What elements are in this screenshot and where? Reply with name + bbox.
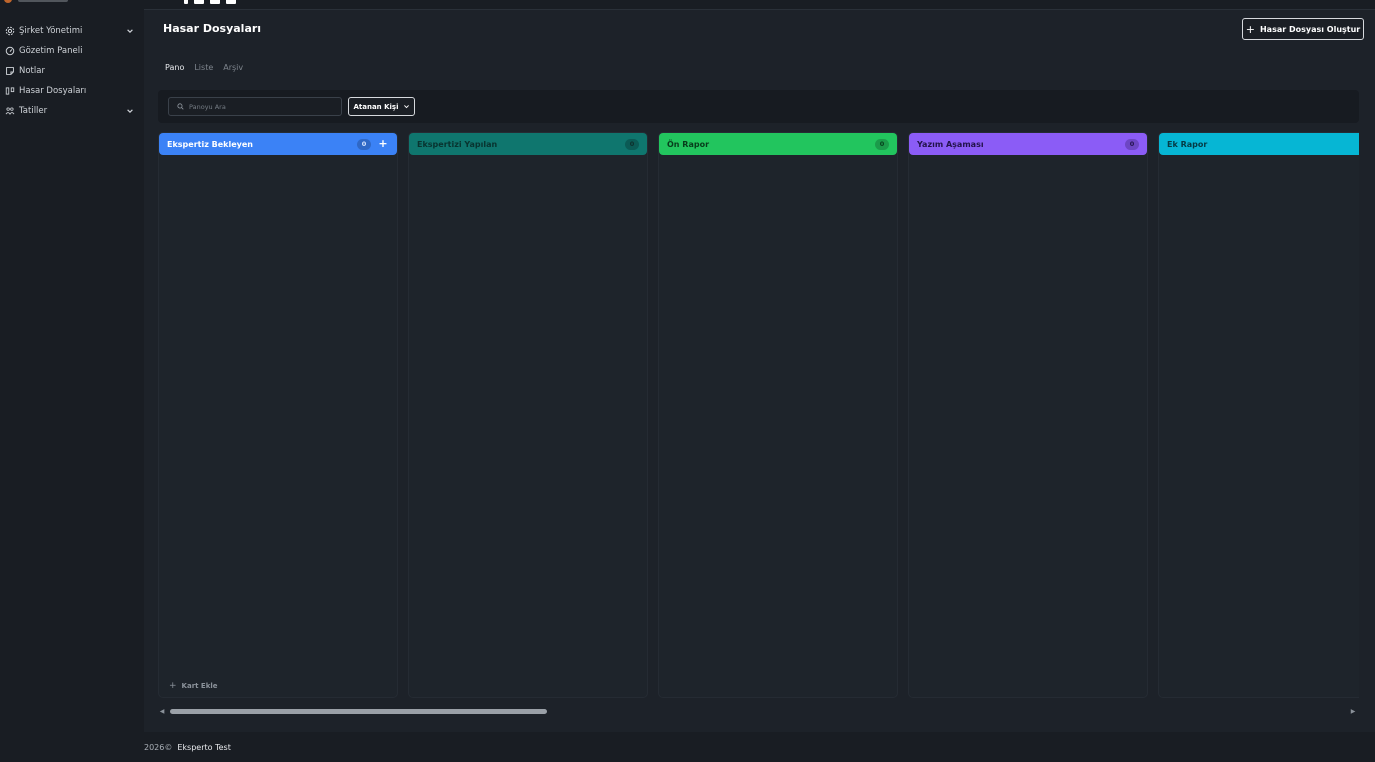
kanban-board: Ekspertiz Bekleyen 0 + + Kart Ekle Ekspe… bbox=[158, 132, 1359, 698]
people-icon bbox=[4, 106, 15, 117]
footer: 2026© Eksperto Test bbox=[144, 732, 1375, 762]
sidebar: Şirket Yönetimi Gözetim Paneli Notlar Ha… bbox=[0, 0, 144, 762]
tab-pano[interactable]: Pano bbox=[160, 58, 189, 76]
board-column: Ek Rapor bbox=[1158, 132, 1359, 698]
sidebar-item-label: Hasar Dosyaları bbox=[19, 86, 87, 96]
column-header[interactable]: Ekspertizi Yapılan 0 bbox=[409, 133, 647, 155]
note-icon bbox=[4, 66, 15, 77]
top-bar-logo[interactable] bbox=[184, 0, 236, 4]
board-column: Ekspertiz Bekleyen 0 + + Kart Ekle bbox=[158, 132, 398, 698]
app-root: Şirket Yönetimi Gözetim Paneli Notlar Ha… bbox=[0, 0, 1375, 762]
tab-liste[interactable]: Liste bbox=[189, 58, 218, 76]
column-count-badge: 0 bbox=[1125, 138, 1139, 150]
logo-glyph bbox=[194, 0, 204, 4]
assignee-filter-button[interactable]: Atanan Kişi bbox=[348, 97, 415, 116]
logo-glyph bbox=[226, 0, 236, 4]
footer-company-link[interactable]: Eksperto Test bbox=[177, 743, 230, 752]
column-header[interactable]: Ek Rapor bbox=[1159, 133, 1359, 155]
column-count-badge: 0 bbox=[625, 138, 639, 150]
board-column: Yazım Aşaması 0 bbox=[908, 132, 1148, 698]
chevron-down-icon bbox=[403, 105, 409, 109]
create-claim-file-label: Hasar Dosyası Oluştur bbox=[1259, 24, 1361, 34]
column-title: Ön Rapor bbox=[667, 139, 710, 149]
filter-bar: Atanan Kişi bbox=[158, 90, 1359, 123]
column-title: Ekspertiz Bekleyen bbox=[167, 139, 253, 149]
logo-glyph bbox=[184, 0, 188, 4]
board-horizontal-scrollbar[interactable]: ◀ ▶ bbox=[158, 706, 1359, 716]
tab-arsiv[interactable]: Arşiv bbox=[218, 58, 248, 76]
gauge-icon bbox=[4, 46, 15, 57]
add-card-plus-icon[interactable]: + bbox=[377, 138, 389, 150]
sidebar-item-label: Şirket Yönetimi bbox=[19, 26, 83, 36]
top-bar bbox=[144, 0, 1375, 10]
sidebar-item-label: Tatiller bbox=[19, 106, 48, 116]
app-logo[interactable] bbox=[0, 0, 80, 4]
page-title: Hasar Dosyaları bbox=[163, 22, 262, 35]
kanban-icon bbox=[4, 86, 15, 97]
column-count-badge: 0 bbox=[357, 138, 371, 150]
sidebar-item-notlar[interactable]: Notlar bbox=[0, 61, 144, 81]
logo-glyph bbox=[210, 0, 220, 4]
board-search bbox=[168, 97, 342, 116]
column-header[interactable]: Ekspertiz Bekleyen 0 + bbox=[159, 133, 397, 155]
add-card-button[interactable]: + Kart Ekle bbox=[169, 681, 218, 691]
column-count-badge: 0 bbox=[875, 138, 889, 150]
column-title: Ek Rapor bbox=[1167, 139, 1208, 149]
footer-copyright-year: 2026© bbox=[144, 742, 173, 752]
chevron-down-icon[interactable] bbox=[125, 27, 134, 36]
scroll-track[interactable] bbox=[170, 709, 1348, 714]
board-column: Ekspertizi Yapılan 0 bbox=[408, 132, 648, 698]
sidebar-item-tatiller[interactable]: Tatiller bbox=[0, 101, 144, 121]
scroll-thumb[interactable] bbox=[170, 709, 547, 714]
gear-icon bbox=[4, 26, 15, 37]
create-claim-file-button[interactable]: + Hasar Dosyası Oluştur bbox=[1242, 18, 1364, 40]
assignee-filter-label: Atanan Kişi bbox=[353, 102, 399, 111]
search-icon bbox=[177, 102, 185, 111]
sidebar-item-hasar-dosyalari[interactable]: Hasar Dosyaları bbox=[0, 81, 144, 101]
logo-mark-icon bbox=[4, 0, 12, 3]
board-column: Ön Rapor 0 bbox=[658, 132, 898, 698]
column-title: Ekspertizi Yapılan bbox=[417, 139, 498, 149]
chevron-down-icon[interactable] bbox=[125, 107, 134, 116]
column-header[interactable]: Ön Rapor 0 bbox=[659, 133, 897, 155]
column-header[interactable]: Yazım Aşaması 0 bbox=[909, 133, 1147, 155]
scroll-right-arrow-icon[interactable]: ▶ bbox=[1349, 707, 1357, 715]
column-title: Yazım Aşaması bbox=[917, 139, 984, 149]
scroll-left-arrow-icon[interactable]: ◀ bbox=[158, 707, 166, 715]
add-card-label: Kart Ekle bbox=[181, 682, 218, 690]
sidebar-item-label: Notlar bbox=[19, 66, 45, 76]
plus-icon: + bbox=[1245, 22, 1255, 36]
view-tabs: Pano Liste Arşiv bbox=[160, 58, 248, 76]
sidebar-item-sirket-yonetimi[interactable]: Şirket Yönetimi bbox=[0, 21, 144, 41]
board-search-input[interactable] bbox=[189, 102, 329, 111]
sidebar-nav: Şirket Yönetimi Gözetim Paneli Notlar Ha… bbox=[0, 21, 144, 121]
logo-wordmark bbox=[18, 0, 68, 2]
sidebar-item-label: Gözetim Paneli bbox=[19, 46, 83, 56]
sidebar-item-gozetim-paneli[interactable]: Gözetim Paneli bbox=[0, 41, 144, 61]
plus-icon: + bbox=[169, 681, 177, 691]
